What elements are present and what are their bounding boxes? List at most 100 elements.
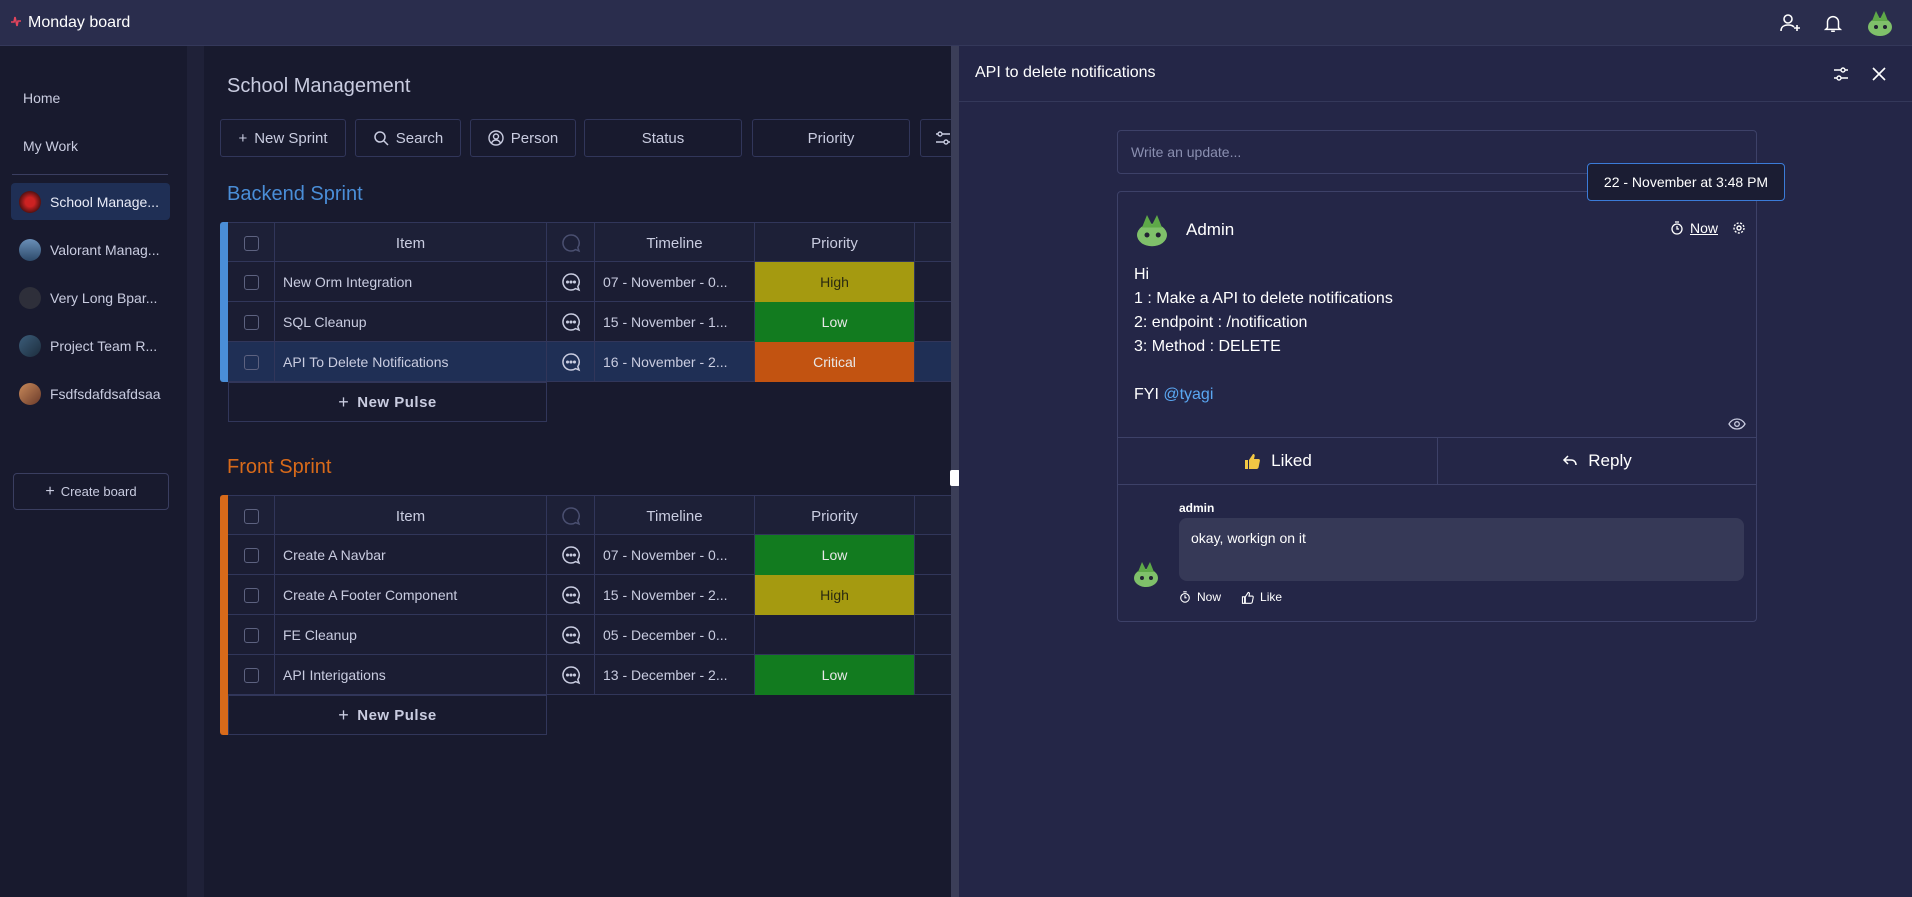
- new-pulse-label: New Pulse: [357, 706, 437, 724]
- update-settings-gear-icon[interactable]: [1732, 221, 1746, 235]
- new-pulse-button[interactable]: + New Pulse: [228, 695, 547, 735]
- chat-bubble-icon[interactable]: [561, 665, 581, 685]
- notifications-bell-icon[interactable]: [1822, 12, 1844, 34]
- select-all-cell[interactable]: [228, 496, 275, 536]
- table-row[interactable]: FE Cleanup 05 - December - 0...: [228, 615, 951, 655]
- table-row[interactable]: API Interigations 13 - December - 2... Low: [228, 655, 951, 695]
- app-logo[interactable]: Monday board: [10, 14, 130, 32]
- timeline-cell[interactable]: 16 - November - 2...: [595, 342, 755, 382]
- select-all-checkbox[interactable]: [243, 508, 259, 524]
- liked-button[interactable]: Liked: [1118, 438, 1437, 484]
- priority-cell[interactable]: High: [755, 262, 915, 302]
- status-filter-button[interactable]: Status: [584, 119, 742, 157]
- reply-like-label[interactable]: Like: [1260, 590, 1282, 604]
- reply-author-avatar[interactable]: [1130, 558, 1162, 590]
- row-checkbox[interactable]: [243, 667, 259, 683]
- reply-time[interactable]: Now: [1197, 590, 1221, 604]
- row-checkbox-cell[interactable]: [228, 342, 275, 382]
- sidebar-link-home[interactable]: Home: [23, 90, 60, 106]
- select-all-checkbox[interactable]: [243, 235, 259, 251]
- chat-bubble-icon[interactable]: [561, 625, 581, 645]
- new-sprint-button[interactable]: + New Sprint: [220, 119, 346, 157]
- timeline-cell[interactable]: 07 - November - 0...: [595, 262, 755, 302]
- update-body: Hi 1 : Make a API to delete notification…: [1134, 263, 1393, 407]
- search-button[interactable]: Search: [355, 119, 461, 157]
- item-name-cell[interactable]: Create A Footer Component: [275, 575, 547, 615]
- priority-filter-button[interactable]: Priority: [752, 119, 910, 157]
- table-row[interactable]: Create A Footer Component 15 - November -…: [228, 575, 951, 615]
- row-checkbox[interactable]: [243, 274, 259, 290]
- group-title-front-sprint[interactable]: Front Sprint: [227, 456, 331, 479]
- table-row[interactable]: Create A Navbar 07 - November - 0... Low: [228, 535, 951, 575]
- sidebar-board-school-management[interactable]: School Manage...: [11, 183, 170, 220]
- user-avatar[interactable]: [1864, 7, 1896, 39]
- new-pulse-button[interactable]: + New Pulse: [228, 382, 547, 422]
- priority-cell[interactable]: Low: [755, 302, 915, 342]
- item-name-cell[interactable]: FE Cleanup: [275, 615, 547, 655]
- timeline-cell[interactable]: 15 - November - 2...: [595, 575, 755, 615]
- table-row[interactable]: API To Delete Notifications 16 - November…: [228, 342, 951, 382]
- row-checkbox-cell[interactable]: [228, 302, 275, 342]
- open-updates-cell[interactable]: [547, 655, 595, 695]
- priority-cell[interactable]: Low: [755, 655, 915, 695]
- filter-settings-button[interactable]: [920, 119, 951, 157]
- sidebar-board-project-team[interactable]: Project Team R...: [11, 327, 170, 364]
- chat-bubble-icon[interactable]: [561, 312, 581, 332]
- person-filter-button[interactable]: Person: [470, 119, 576, 157]
- invite-user-icon[interactable]: [1778, 11, 1802, 35]
- row-checkbox[interactable]: [243, 547, 259, 563]
- user-mention-link[interactable]: @tyagi: [1163, 386, 1213, 403]
- row-checkbox-cell[interactable]: [228, 262, 275, 302]
- sidebar-link-my-work[interactable]: My Work: [23, 138, 78, 154]
- open-updates-cell[interactable]: [547, 535, 595, 575]
- board-thumbnail: [19, 190, 41, 213]
- sidebar: Home My Work School Manage... Valorant M…: [0, 46, 187, 897]
- sidebar-board-very-long[interactable]: Very Long Bpar...: [11, 279, 170, 316]
- timeline-cell[interactable]: 13 - December - 2...: [595, 655, 755, 695]
- item-name-cell[interactable]: API Interigations: [275, 655, 547, 695]
- item-name-cell[interactable]: New Orm Integration: [275, 262, 547, 302]
- priority-cell[interactable]: Critical: [755, 342, 915, 382]
- row-checkbox-cell[interactable]: [228, 655, 275, 695]
- open-updates-cell[interactable]: [547, 302, 595, 342]
- row-checkbox[interactable]: [243, 314, 259, 330]
- priority-cell[interactable]: [755, 615, 915, 655]
- row-checkbox-cell[interactable]: [228, 575, 275, 615]
- timeline-cell[interactable]: 15 - November - 1...: [595, 302, 755, 342]
- timeline-cell[interactable]: 07 - November - 0...: [595, 535, 755, 575]
- thumbs-up-outline-icon[interactable]: [1241, 591, 1254, 604]
- priority-cell[interactable]: Low: [755, 535, 915, 575]
- select-all-cell[interactable]: [228, 223, 275, 263]
- timeline-cell[interactable]: 05 - December - 0...: [595, 615, 755, 655]
- panel-settings-icon[interactable]: [1832, 65, 1850, 83]
- chat-bubble-icon[interactable]: [561, 545, 581, 565]
- author-avatar[interactable]: [1132, 210, 1172, 250]
- open-updates-cell[interactable]: [547, 262, 595, 302]
- table-row[interactable]: New Orm Integration 07 - November - 0... H…: [228, 262, 951, 302]
- row-checkbox-cell[interactable]: [228, 535, 275, 575]
- item-name-cell[interactable]: API To Delete Notifications: [275, 342, 547, 382]
- row-checkbox[interactable]: [243, 354, 259, 370]
- create-board-button[interactable]: + Create board: [13, 473, 169, 510]
- update-time-link[interactable]: Now: [1690, 220, 1718, 236]
- item-name-cell[interactable]: SQL Cleanup: [275, 302, 547, 342]
- group-title-backend-sprint[interactable]: Backend Sprint: [227, 183, 363, 206]
- close-icon[interactable]: [1870, 65, 1888, 83]
- reply-button[interactable]: Reply: [1437, 438, 1756, 484]
- row-checkbox-cell[interactable]: [228, 615, 275, 655]
- priority-cell[interactable]: High: [755, 575, 915, 615]
- row-checkbox[interactable]: [243, 587, 259, 603]
- chat-bubble-icon[interactable]: [561, 352, 581, 372]
- seen-by-eye-icon[interactable]: [1728, 417, 1746, 431]
- group-table-front: Item Timeline Priority Create A Navbar 07…: [220, 495, 951, 735]
- sidebar-board-valorant[interactable]: Valorant Manag...: [11, 231, 170, 268]
- open-updates-cell[interactable]: [547, 575, 595, 615]
- item-name-cell[interactable]: Create A Navbar: [275, 535, 547, 575]
- chat-bubble-icon[interactable]: [561, 585, 581, 605]
- chat-bubble-icon[interactable]: [561, 272, 581, 292]
- open-updates-cell[interactable]: [547, 342, 595, 382]
- table-row[interactable]: SQL Cleanup 15 - November - 1... Low: [228, 302, 951, 342]
- sidebar-board-fsdf[interactable]: Fsdfsdafdsafdsaa: [11, 375, 170, 412]
- open-updates-cell[interactable]: [547, 615, 595, 655]
- row-checkbox[interactable]: [243, 627, 259, 643]
